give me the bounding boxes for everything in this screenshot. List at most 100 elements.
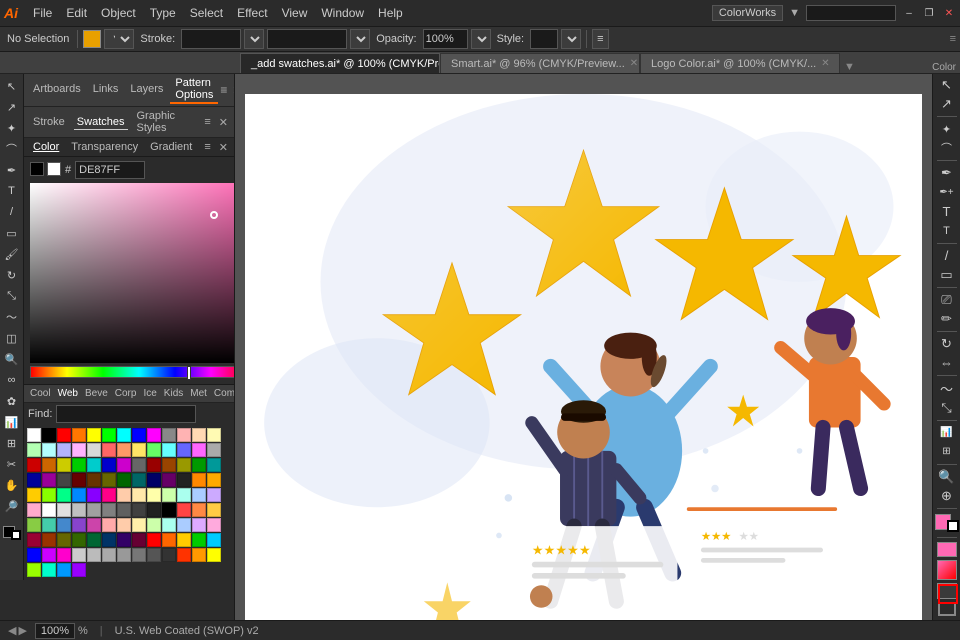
tool-zoom[interactable]: 🔎	[2, 496, 22, 516]
bs-tab-web[interactable]: Web	[56, 387, 80, 400]
swatch-item[interactable]	[117, 548, 131, 562]
tool-blend[interactable]: ∞	[2, 370, 22, 390]
swatch-item[interactable]	[162, 473, 176, 487]
style-value-input[interactable]	[267, 29, 347, 49]
swatch-item[interactable]	[72, 563, 86, 577]
swatch-item[interactable]	[102, 473, 116, 487]
rt-mesh[interactable]: ⊞	[935, 443, 959, 461]
swatch-item[interactable]	[57, 428, 71, 442]
swatch-item[interactable]	[132, 473, 146, 487]
swatch-item[interactable]	[72, 503, 86, 517]
swatch-item[interactable]	[132, 518, 146, 532]
panel-tab-artboards[interactable]: Artboards	[28, 82, 86, 98]
swatch-item[interactable]	[72, 473, 86, 487]
style-input[interactable]	[530, 29, 558, 49]
swatch-item[interactable]	[87, 443, 101, 457]
minimize-button[interactable]: –	[902, 6, 916, 20]
swatch-item[interactable]	[162, 503, 176, 517]
swatch-item[interactable]	[87, 458, 101, 472]
swatch-item[interactable]	[207, 458, 221, 472]
swatch-item[interactable]	[102, 533, 116, 547]
swatch-item[interactable]	[72, 443, 86, 457]
tool-pen[interactable]: ✒	[2, 160, 22, 180]
rt-line[interactable]: /	[935, 247, 959, 265]
swatch-item[interactable]	[207, 488, 221, 502]
swatch-item[interactable]	[42, 443, 56, 457]
tab-2-close[interactable]: ✕	[821, 58, 829, 69]
tab-0[interactable]: _add swatches.ai* @ 100% (CMYK/Preview) …	[240, 53, 440, 73]
tool-lasso[interactable]: ⌒	[2, 139, 22, 159]
tool-line[interactable]: /	[2, 202, 22, 222]
panel-tab-pattern[interactable]: Pattern Options	[170, 76, 218, 104]
color-gradient-box[interactable]	[30, 183, 234, 363]
swatch-item[interactable]	[132, 503, 146, 517]
rt-pen[interactable]: ✒	[935, 164, 959, 182]
tool-warp[interactable]: 〜	[2, 307, 22, 327]
rt-free-transform[interactable]: ⤡	[935, 399, 959, 417]
color-tab-gradient[interactable]: Gradient	[147, 140, 195, 154]
swatch-item[interactable]	[87, 488, 101, 502]
swatch-item[interactable]	[162, 458, 176, 472]
swatch-item[interactable]	[207, 443, 221, 457]
bs-tab-com[interactable]: Com	[212, 387, 234, 400]
tool-direct-select[interactable]: ↗	[2, 97, 22, 117]
swatch-item[interactable]	[177, 548, 191, 562]
search-input[interactable]	[806, 5, 896, 21]
swatch-item[interactable]	[27, 488, 41, 502]
swatch-item[interactable]	[42, 503, 56, 517]
swatch-item[interactable]	[177, 473, 191, 487]
rt-none-color[interactable]	[937, 583, 957, 599]
swatch-item[interactable]	[207, 473, 221, 487]
colorworks-dropdown-icon[interactable]: ▼	[789, 7, 800, 19]
swatch-item[interactable]	[42, 548, 56, 562]
swatch-item[interactable]	[117, 533, 131, 547]
tool-select[interactable]: ↖	[2, 76, 22, 96]
swatch-item[interactable]	[177, 458, 191, 472]
swatch-item[interactable]	[207, 503, 221, 517]
tool-gradient[interactable]: ◫	[2, 328, 22, 348]
swatch-item[interactable]	[117, 443, 131, 457]
swatch-item[interactable]	[132, 548, 146, 562]
swatch-item[interactable]	[102, 458, 116, 472]
stroke-dropdown[interactable]: ▼	[244, 29, 264, 49]
find-input[interactable]	[56, 405, 196, 423]
swatch-item[interactable]	[87, 518, 101, 532]
swatch-item[interactable]	[192, 488, 206, 502]
swatch-item[interactable]	[42, 458, 56, 472]
maximize-button[interactable]: ❐	[922, 6, 936, 20]
swatch-item[interactable]	[102, 518, 116, 532]
rt-color-pink[interactable]	[937, 542, 957, 558]
rt-pencil[interactable]: ✏	[935, 310, 959, 328]
rt-text-v[interactable]: T	[935, 222, 959, 240]
swatch-item[interactable]	[147, 503, 161, 517]
statusbar-prev-btn[interactable]: ◀	[8, 624, 16, 637]
swatch-item[interactable]	[117, 488, 131, 502]
swatch-item[interactable]	[102, 548, 116, 562]
tab-1[interactable]: Smart.ai* @ 96% (CMYK/Preview... ✕	[440, 53, 640, 73]
swatch-item[interactable]	[147, 443, 161, 457]
bs-tab-cool[interactable]: Cool	[28, 387, 53, 400]
swatch-item[interactable]	[192, 548, 206, 562]
style-select[interactable]: ▼	[561, 29, 581, 49]
swatch-item[interactable]	[192, 428, 206, 442]
swatch-item[interactable]	[57, 533, 71, 547]
tool-hand[interactable]: ✋	[2, 475, 22, 495]
swatch-item[interactable]	[192, 458, 206, 472]
rt-text[interactable]: T	[935, 202, 959, 220]
menu-file[interactable]: File	[26, 4, 59, 22]
swatch-item[interactable]	[57, 548, 71, 562]
swatch-item[interactable]	[162, 548, 176, 562]
swatch-item[interactable]	[27, 473, 41, 487]
swatch-item[interactable]	[207, 533, 221, 547]
swatch-item[interactable]	[42, 533, 56, 547]
fill-style-select[interactable]: ▼	[104, 29, 134, 49]
rt-color-gradient[interactable]	[937, 560, 957, 580]
swatch-item[interactable]	[42, 518, 56, 532]
swatch-tab-stroke[interactable]: Stroke	[30, 115, 68, 129]
swatch-item[interactable]	[207, 428, 221, 442]
hue-slider[interactable]	[30, 366, 234, 378]
align-btn[interactable]: ≡	[592, 29, 608, 49]
swatch-item[interactable]	[57, 488, 71, 502]
swatch-item[interactable]	[102, 488, 116, 502]
swatch-item[interactable]	[192, 533, 206, 547]
